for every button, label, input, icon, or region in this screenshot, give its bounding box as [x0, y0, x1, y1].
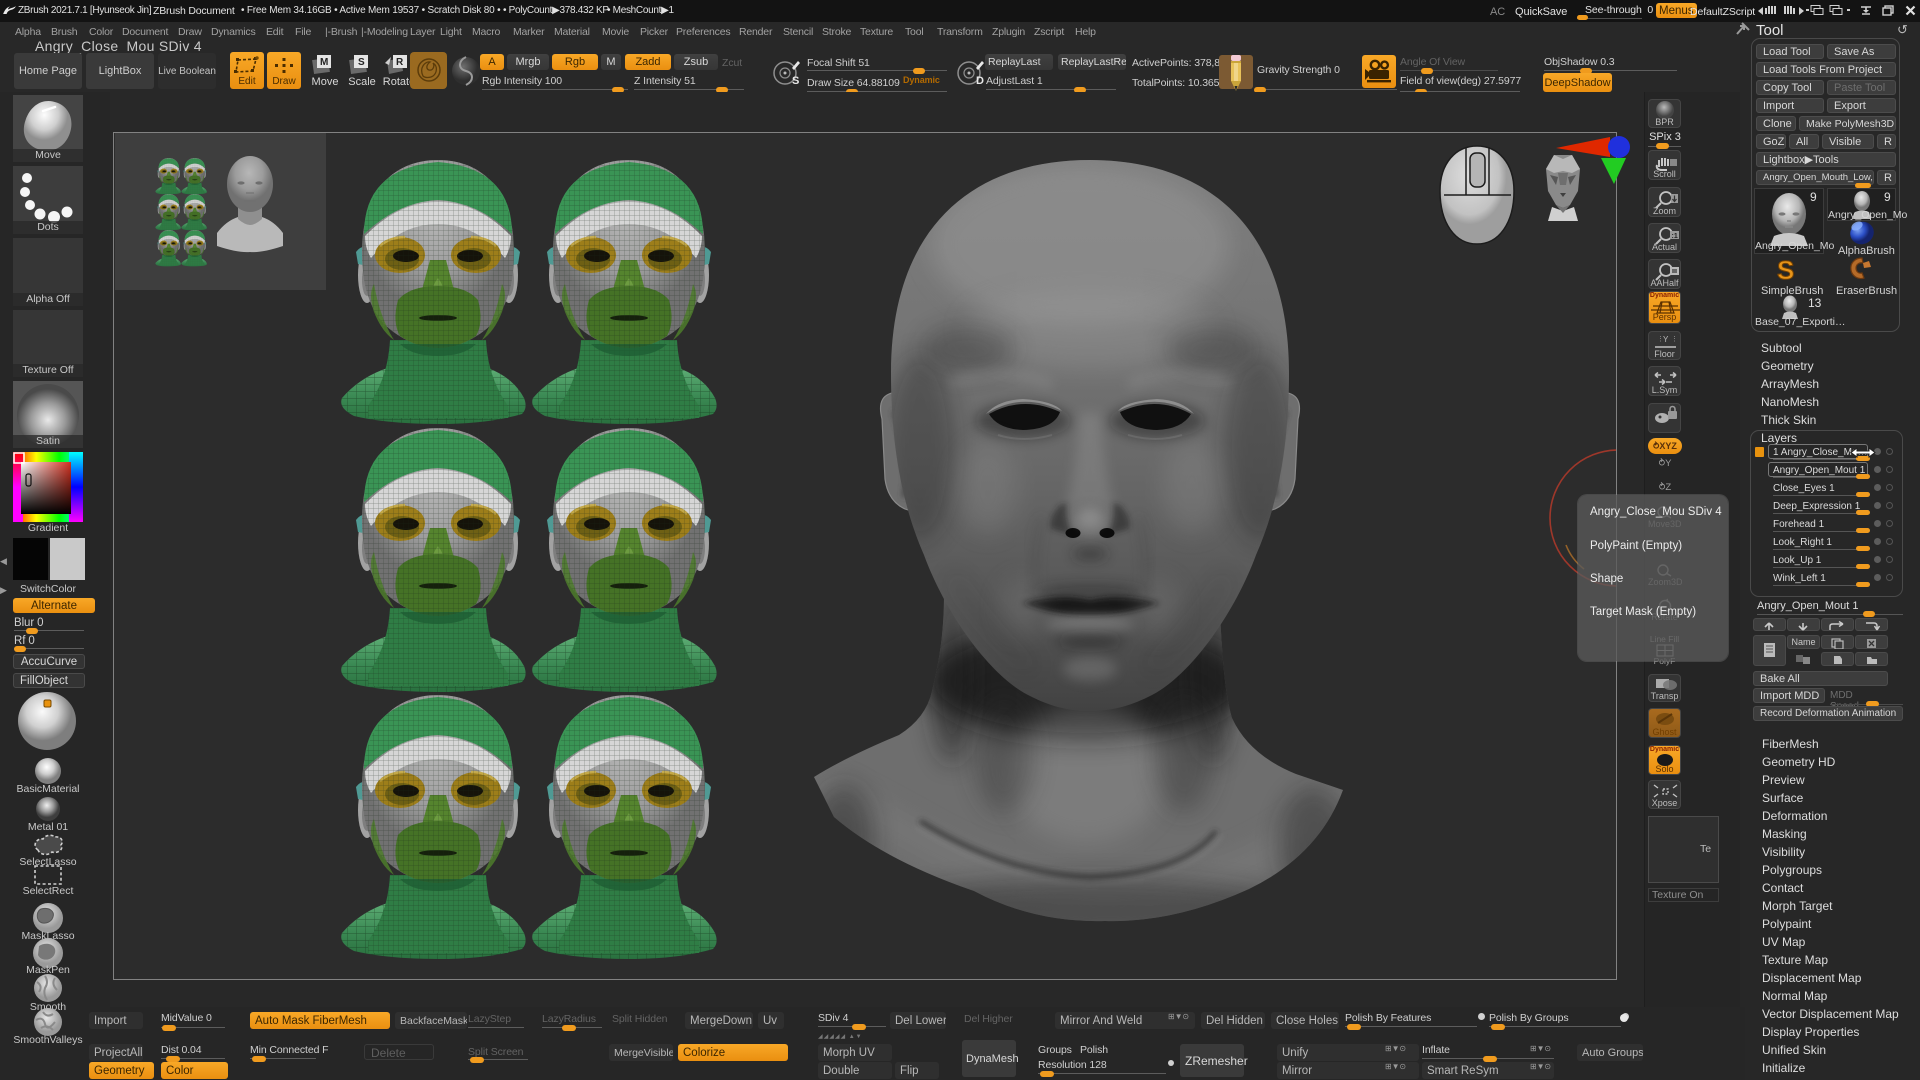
svg-text:R: R	[396, 57, 404, 68]
svg-text:S: S	[792, 75, 799, 87]
svg-text:⋮: ⋮	[1671, 336, 1678, 343]
svg-text:Y: Y	[1663, 335, 1669, 344]
svg-text:M: M	[320, 57, 328, 68]
svg-text::1: :1	[1672, 233, 1678, 240]
svg-text:S: S	[1777, 256, 1794, 284]
svg-text:D: D	[976, 75, 984, 87]
svg-text:S: S	[358, 57, 365, 68]
